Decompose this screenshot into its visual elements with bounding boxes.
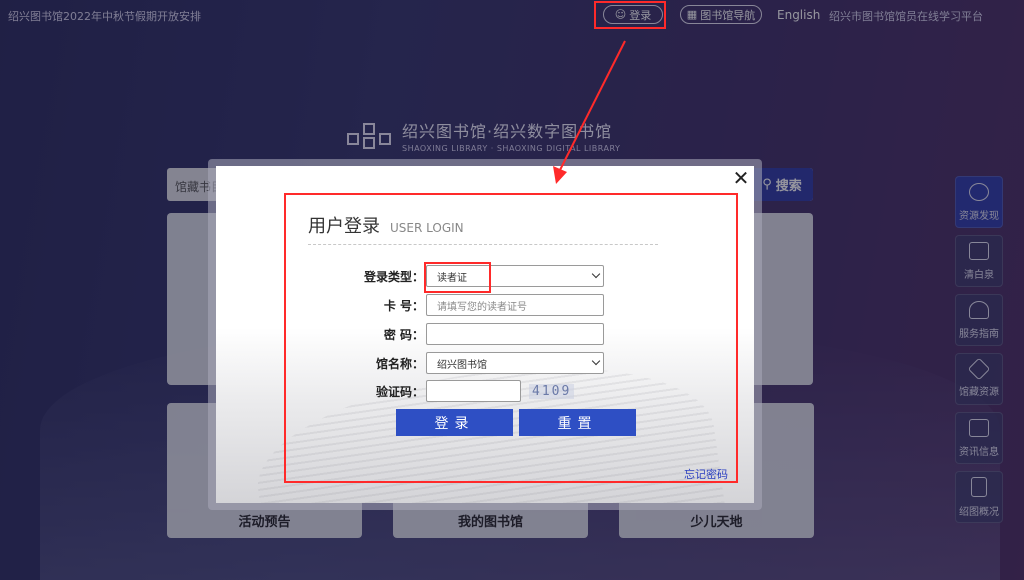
- annotation-box-form: [284, 193, 738, 483]
- annotation-box-login-type: [424, 262, 491, 293]
- close-icon[interactable]: ✕: [731, 168, 751, 188]
- annotation-box-login: [594, 1, 666, 29]
